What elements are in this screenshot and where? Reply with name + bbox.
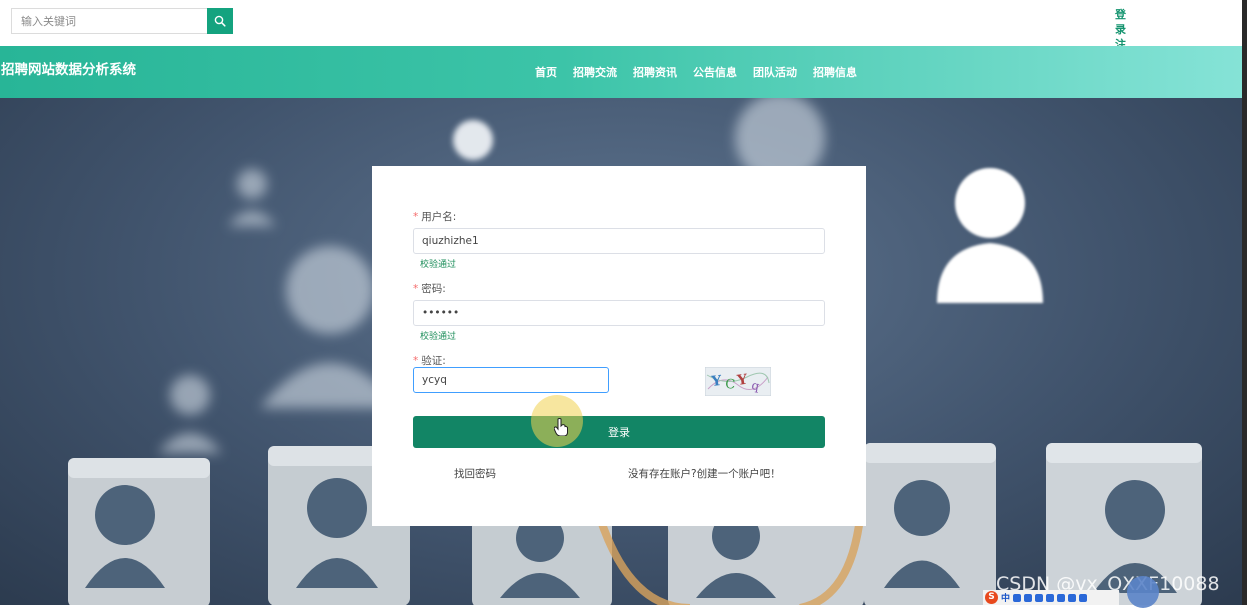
grid-icon[interactable] [1079, 593, 1088, 602]
nav-item-recruitment-news[interactable]: 招聘资讯 [633, 64, 677, 80]
sogou-logo-icon: S [985, 591, 998, 604]
captcha-input[interactable] [413, 367, 609, 393]
search-button[interactable] [207, 8, 233, 34]
username-validation-text: 校验通过 [420, 260, 457, 270]
site-title: 招聘网站数据分析系统 [1, 62, 136, 78]
floating-assistant-icon[interactable] [1127, 576, 1159, 608]
required-mark: * [413, 283, 419, 295]
search-icon [214, 15, 226, 27]
nav-item-team-activities[interactable]: 团队活动 [753, 64, 797, 80]
ime-toolbar: S 中 [983, 590, 1119, 605]
password-validation-text: 校验通过 [420, 332, 457, 342]
hand-cursor-icon [554, 418, 568, 436]
captcha-image[interactable]: Y C Y q [705, 367, 771, 396]
nav-bar: 招聘网站数据分析系统 首页 招聘交流 招聘资讯 公告信息 团队活动 招聘信息 [0, 46, 1247, 98]
keyboard-icon[interactable] [1046, 593, 1055, 602]
top-bar: 登录 注册 [0, 0, 1247, 66]
required-mark: * [413, 211, 419, 223]
login-link[interactable]: 登录 [1115, 7, 1145, 37]
username-label: * 用户名: [413, 211, 457, 223]
username-input[interactable] [413, 228, 825, 254]
microphone-icon[interactable] [1035, 593, 1044, 602]
password-input[interactable] [413, 300, 825, 326]
required-mark: * [413, 355, 419, 367]
emoji-icon[interactable] [1024, 593, 1033, 602]
create-account-link[interactable]: 没有存在账户?创建一个账户吧！ [628, 466, 781, 481]
punctuation-icon[interactable] [1013, 593, 1022, 602]
login-card: *用户名: 校验通过 *密码: 校验通过 *验证: Y C Y q 登录 找回密… [372, 166, 866, 526]
shirt-icon[interactable] [1068, 593, 1077, 602]
nav-item-announcements[interactable]: 公告信息 [693, 64, 737, 80]
ime-language-label[interactable]: 中 [1001, 591, 1010, 604]
forgot-password-link[interactable]: 找回密码 [454, 466, 496, 481]
skin-icon[interactable] [1057, 593, 1066, 602]
window-edge-scrollbar [1242, 0, 1247, 605]
login-submit-button[interactable]: 登录 [413, 416, 825, 448]
nav-item-recruitment-exchange[interactable]: 招聘交流 [573, 64, 617, 80]
search-input[interactable] [11, 8, 207, 34]
captcha-label: * 验证: [413, 355, 446, 367]
search-box [11, 8, 233, 34]
nav-item-job-info[interactable]: 招聘信息 [813, 64, 857, 80]
svg-text:C: C [725, 377, 736, 393]
nav-item-home[interactable]: 首页 [535, 64, 557, 80]
main-nav: 首页 招聘交流 招聘资讯 公告信息 团队活动 招聘信息 [535, 64, 873, 80]
password-label: * 密码: [413, 283, 446, 295]
